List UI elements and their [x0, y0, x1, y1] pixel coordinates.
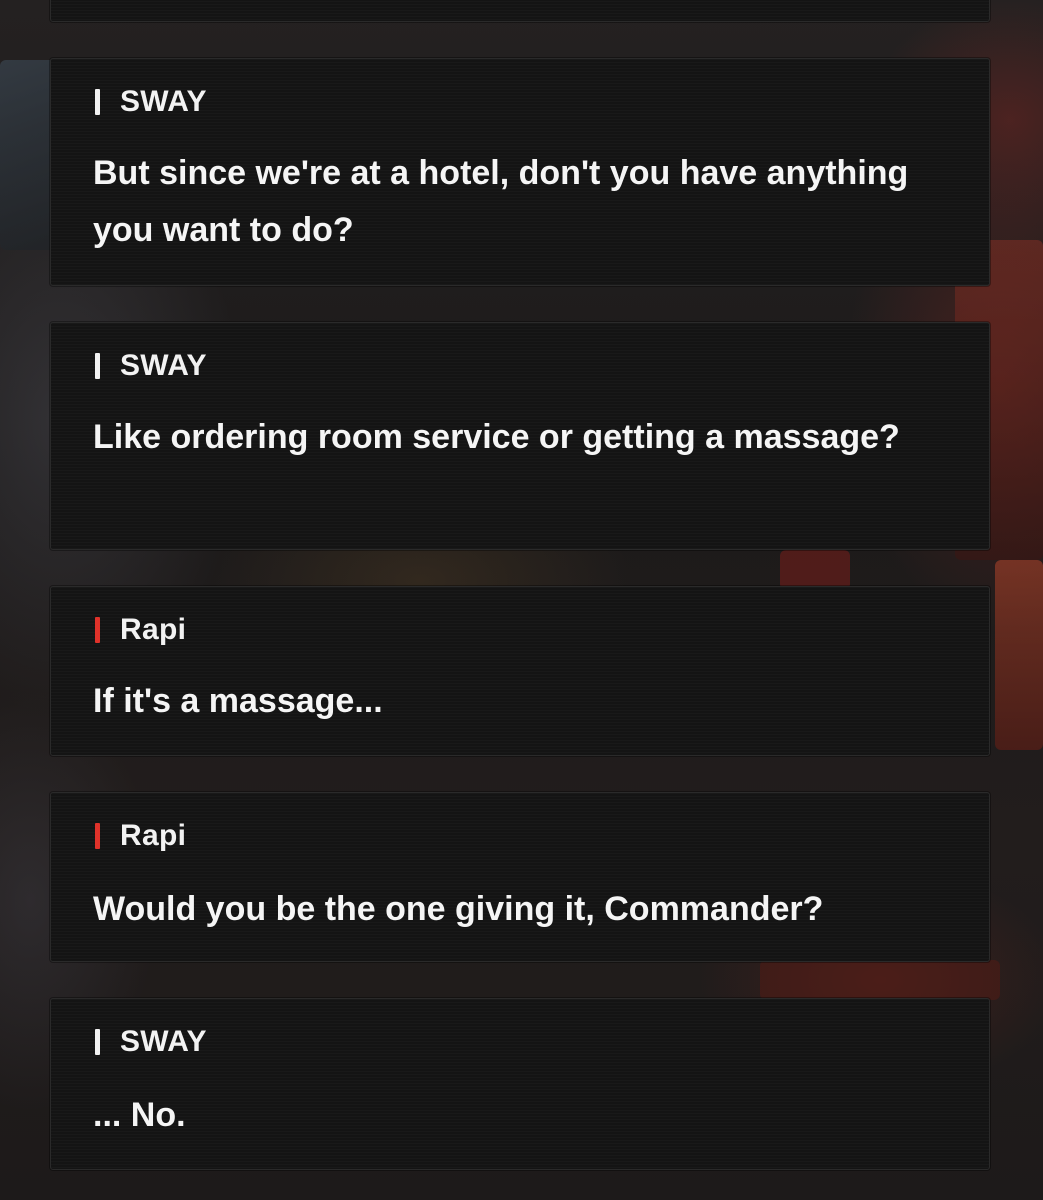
speaker-label: Rapi: [120, 613, 187, 646]
speaker-name: Rapi: [95, 819, 186, 853]
speaker-marker: [95, 353, 100, 379]
speaker-label: SWAY: [120, 349, 207, 382]
dialogue-text: Would you be the one giving it, Commande…: [93, 890, 824, 928]
dialogue-entry-partial: [50, 0, 990, 22]
speaker-label: Rapi: [120, 819, 187, 852]
speaker-name: SWAY: [95, 1025, 207, 1059]
speaker-marker: [95, 823, 100, 849]
speaker-marker: [95, 89, 100, 115]
speaker-marker: [95, 617, 100, 643]
dialogue-log[interactable]: SWAY But since we're at a hotel, don't y…: [0, 0, 1043, 1200]
dialogue-text: ... No.: [93, 1096, 186, 1134]
dialogue-text: But since we're at a hotel, don't you ha…: [93, 154, 909, 249]
dialogue-text: If it's a massage...: [93, 682, 383, 720]
dialogue-entry: SWAY ... No.: [50, 998, 990, 1170]
dialogue-entry: SWAY But since we're at a hotel, don't y…: [50, 58, 990, 286]
speaker-label: SWAY: [120, 1025, 207, 1058]
speaker-name: SWAY: [95, 349, 207, 383]
speaker-name: Rapi: [95, 613, 186, 647]
speaker-label: SWAY: [120, 85, 207, 118]
speaker-name: SWAY: [95, 85, 207, 119]
dialogue-entry: SWAY Like ordering room service or getti…: [50, 322, 990, 550]
dialogue-text: Like ordering room service or getting a …: [93, 418, 900, 456]
speaker-marker: [95, 1029, 100, 1055]
dialogue-entry: Rapi If it's a massage...: [50, 586, 990, 756]
dialogue-entry: Rapi Would you be the one giving it, Com…: [50, 792, 990, 962]
